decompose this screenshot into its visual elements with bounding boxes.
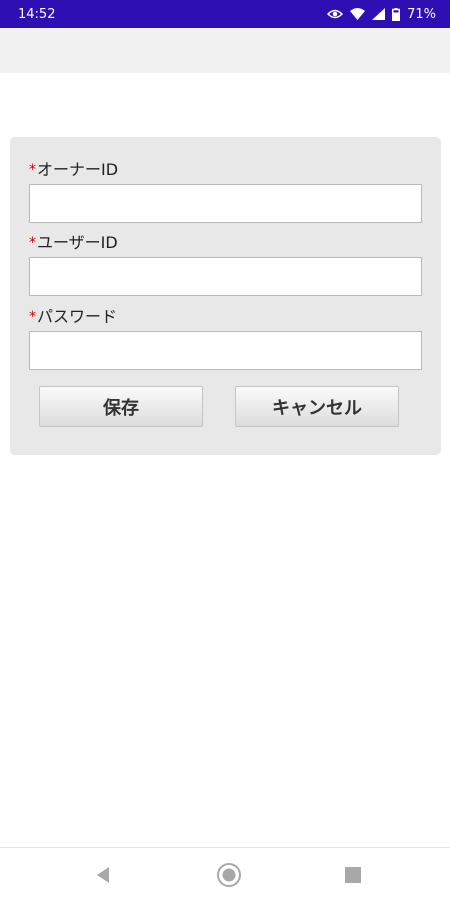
password-label-text: パスワード bbox=[37, 307, 118, 326]
login-form-panel: *オーナーID *ユーザーID *パスワード 保存 キャンセル bbox=[10, 137, 441, 455]
recents-icon[interactable] bbox=[338, 860, 368, 890]
signal-icon bbox=[372, 8, 386, 20]
owner-id-label-text: オーナーID bbox=[37, 160, 119, 179]
user-id-label: *ユーザーID bbox=[29, 232, 118, 254]
password-label: *パスワード bbox=[29, 306, 117, 328]
password-input[interactable] bbox=[29, 331, 422, 370]
required-mark: * bbox=[29, 309, 36, 325]
back-icon[interactable] bbox=[88, 860, 118, 890]
owner-id-input[interactable] bbox=[29, 184, 422, 223]
battery-level: 71% bbox=[407, 6, 436, 22]
app-bar bbox=[0, 28, 450, 73]
status-bar: 14:52 71% bbox=[0, 0, 450, 28]
eye-icon bbox=[327, 8, 344, 20]
user-id-label-text: ユーザーID bbox=[37, 233, 118, 252]
required-mark: * bbox=[29, 162, 36, 178]
status-time: 14:52 bbox=[18, 6, 56, 22]
status-icons: 71% bbox=[327, 7, 436, 22]
save-button[interactable]: 保存 bbox=[39, 386, 203, 427]
required-mark: * bbox=[29, 235, 36, 251]
user-id-input[interactable] bbox=[29, 257, 422, 296]
navigation-bar bbox=[0, 847, 450, 900]
wifi-icon bbox=[350, 8, 366, 20]
owner-id-label: *オーナーID bbox=[29, 159, 118, 181]
cancel-button[interactable]: キャンセル bbox=[235, 386, 399, 427]
battery-icon bbox=[392, 7, 401, 21]
home-icon[interactable] bbox=[214, 860, 244, 890]
